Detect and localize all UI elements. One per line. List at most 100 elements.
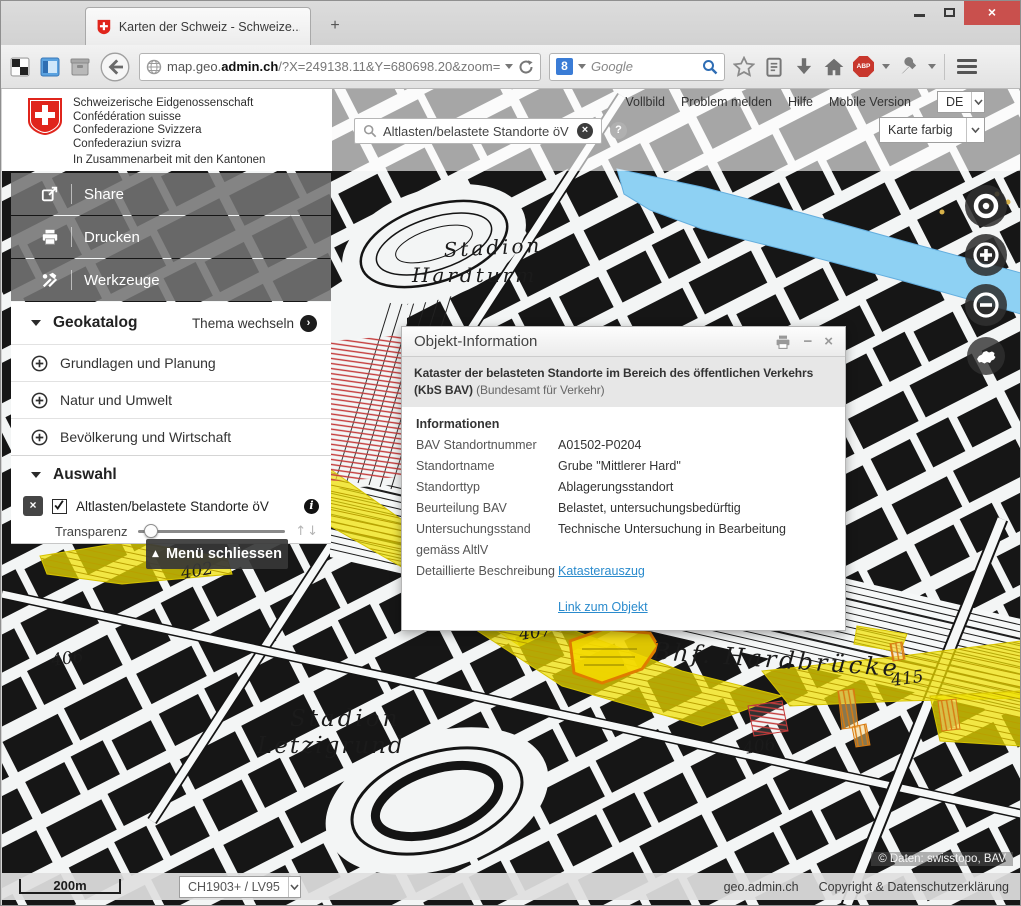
tools-icon bbox=[41, 271, 59, 289]
bottom-bar: 200m CH1903+ / LV95 geo.admin.ch Copyrig… bbox=[2, 873, 1021, 900]
expand-plus-icon bbox=[31, 429, 48, 446]
browser-window: Karten der Schweiz - Schweize... + × bbox=[0, 0, 1021, 906]
search-input[interactable] bbox=[383, 124, 571, 139]
back-button[interactable] bbox=[99, 51, 131, 83]
share-button[interactable]: Share bbox=[11, 173, 331, 215]
map-style-select[interactable]: Karte farbig bbox=[879, 117, 985, 143]
kataster-extract-link[interactable]: Katasterauszug bbox=[558, 564, 645, 578]
federal-logo-block: Schweizerische Eidgenossenschaft Confédé… bbox=[2, 89, 332, 171]
language-select[interactable]: DE bbox=[937, 91, 985, 113]
search-engine-dropdown-icon[interactable] bbox=[578, 64, 586, 69]
close-button[interactable]: × bbox=[964, 1, 1020, 25]
minimize-button[interactable] bbox=[904, 1, 934, 23]
info-row-link: Detaillierte Beschreibung Katasterauszug bbox=[416, 561, 831, 582]
arrow-circle-icon: › bbox=[300, 315, 317, 332]
url-dropdown-icon[interactable] bbox=[505, 64, 513, 69]
zoom-out-button[interactable] bbox=[965, 284, 1007, 326]
remove-layer-button[interactable]: × bbox=[23, 496, 43, 516]
extension-sidebar-icon[interactable] bbox=[39, 56, 61, 78]
chevron-down-icon bbox=[971, 127, 980, 133]
map-label-stadion-south: Stadion bbox=[290, 706, 400, 732]
theme-switch-button[interactable]: Thema wechseln › bbox=[192, 315, 317, 332]
browser-search-box[interactable]: 8 Google bbox=[549, 53, 725, 81]
close-popup-icon[interactable]: × bbox=[824, 334, 833, 349]
url-text: map.geo.admin.ch/?X=249138.11&Y=680698.2… bbox=[167, 59, 500, 74]
swiss-shield-favicon bbox=[96, 19, 112, 35]
default-extent-button[interactable] bbox=[967, 337, 1005, 375]
info-row: Untersuchungsstand gemäss AltlVTechnisch… bbox=[416, 519, 831, 561]
clear-search-icon[interactable]: × bbox=[577, 123, 593, 139]
federal-title: Schweizerische Eidgenossenschaft Confédé… bbox=[73, 97, 265, 171]
print-button[interactable]: Drucken bbox=[11, 216, 331, 258]
collapse-triangle-icon bbox=[31, 472, 41, 478]
category-bevoelkerung[interactable]: Bevölkerung und Wirtschaft bbox=[11, 418, 331, 455]
link-mobile-version[interactable]: Mobile Version bbox=[829, 95, 911, 109]
sidebar: Share Drucken Werkzeuge bbox=[11, 173, 331, 544]
category-grundlagen[interactable]: Grundlagen und Planung bbox=[11, 344, 331, 381]
maximize-button[interactable] bbox=[934, 1, 964, 23]
downloads-icon[interactable] bbox=[793, 56, 815, 78]
map-search-field[interactable]: × bbox=[354, 118, 602, 144]
active-layer-row: × Altlasten/belastete Standorte öV i bbox=[11, 493, 331, 519]
link-fullscreen[interactable]: Vollbild bbox=[625, 95, 665, 109]
site-link[interactable]: geo.admin.ch bbox=[724, 880, 799, 894]
selection-header[interactable]: Auswahl bbox=[11, 455, 331, 493]
layer-order-arrows[interactable]: ↑↓ bbox=[295, 524, 319, 539]
check-icon bbox=[53, 499, 65, 511]
info-row: StandorttypAblagerungsstandort bbox=[416, 477, 831, 498]
scale-bar: 200m bbox=[19, 879, 121, 894]
object-link[interactable]: Link zum Objekt bbox=[558, 600, 648, 614]
footer-links: geo.admin.ch Copyright & Datenschutzerkl… bbox=[724, 873, 1009, 900]
close-menu-button[interactable]: ▲ Menü schliessen bbox=[146, 539, 288, 569]
map-label-hardturm: Hardturm bbox=[411, 263, 537, 287]
bookmarks-list-icon[interactable] bbox=[763, 56, 785, 78]
print-icon[interactable] bbox=[775, 334, 791, 350]
reload-icon[interactable] bbox=[518, 59, 534, 75]
app-header: Schweizerische Eidgenossenschaft Confédé… bbox=[2, 89, 1021, 171]
layer-label: Altlasten/belastete Standorte öV bbox=[76, 499, 295, 514]
cooperation-note: In Zusammenarbeit mit den Kantonen bbox=[73, 154, 265, 168]
search-icon bbox=[363, 124, 377, 138]
search-help-icon[interactable]: ? bbox=[610, 122, 627, 139]
tools-button[interactable]: Werkzeuge bbox=[11, 259, 331, 301]
info-row: Beurteilung BAVBelastet, untersuchungsbe… bbox=[416, 498, 831, 519]
new-tab-button[interactable]: + bbox=[323, 15, 347, 37]
magnifier-icon[interactable] bbox=[702, 59, 718, 75]
extension-contrast-icon[interactable] bbox=[9, 56, 31, 78]
layer-source-title: Kataster der belasteten Standorte im Ber… bbox=[402, 357, 845, 407]
bookmark-star-icon[interactable] bbox=[733, 56, 755, 78]
transparency-slider[interactable] bbox=[138, 524, 286, 538]
browser-tab[interactable]: Karten der Schweiz - Schweize... bbox=[85, 7, 311, 45]
expand-plus-icon bbox=[31, 355, 48, 372]
adblock-dropdown-icon[interactable] bbox=[882, 64, 890, 69]
header-links: Vollbild Problem melden Hilfe Mobile Ver… bbox=[625, 95, 911, 109]
extension-archive-icon[interactable] bbox=[69, 56, 91, 78]
collapse-triangle-icon bbox=[31, 320, 41, 326]
section-title: Informationen bbox=[416, 417, 831, 431]
adblock-icon[interactable]: ABP bbox=[853, 56, 874, 77]
geocatalog-header[interactable]: Geokatalog Thema wechseln › bbox=[11, 302, 331, 344]
minus-icon bbox=[971, 290, 1001, 320]
layer-info-icon[interactable]: i bbox=[304, 499, 319, 514]
category-natur[interactable]: Natur und Umwelt bbox=[11, 381, 331, 418]
geocatalog-panel: Geokatalog Thema wechseln › Grundlagen u… bbox=[11, 302, 331, 544]
home-icon[interactable] bbox=[823, 56, 845, 78]
copyright-link[interactable]: Copyright & Datenschutzerklärung bbox=[819, 880, 1009, 894]
addon-tool-icon[interactable] bbox=[898, 56, 920, 78]
map-attribution[interactable]: © Daten: swisstopo, BAV bbox=[871, 852, 1013, 866]
addon-dropdown-icon[interactable] bbox=[928, 64, 936, 69]
url-bar[interactable]: map.geo.admin.ch/?X=249138.11&Y=680698.2… bbox=[139, 53, 541, 81]
popup-header[interactable]: Objekt-Information − × bbox=[402, 327, 845, 357]
zoom-in-button[interactable] bbox=[965, 234, 1007, 276]
minimize-popup-icon[interactable]: − bbox=[803, 334, 812, 349]
link-report-problem[interactable]: Problem melden bbox=[681, 95, 772, 109]
transparency-label: Transparenz bbox=[55, 524, 128, 539]
slider-knob[interactable] bbox=[144, 524, 158, 538]
link-help[interactable]: Hilfe bbox=[788, 95, 813, 109]
menu-icon[interactable] bbox=[953, 55, 981, 79]
layer-checkbox[interactable] bbox=[52, 499, 67, 514]
geolocation-button[interactable] bbox=[965, 185, 1007, 227]
share-icon bbox=[41, 185, 59, 203]
projection-select[interactable]: CH1903+ / LV95 bbox=[179, 876, 301, 898]
popup-title: Objekt-Information bbox=[414, 333, 763, 350]
